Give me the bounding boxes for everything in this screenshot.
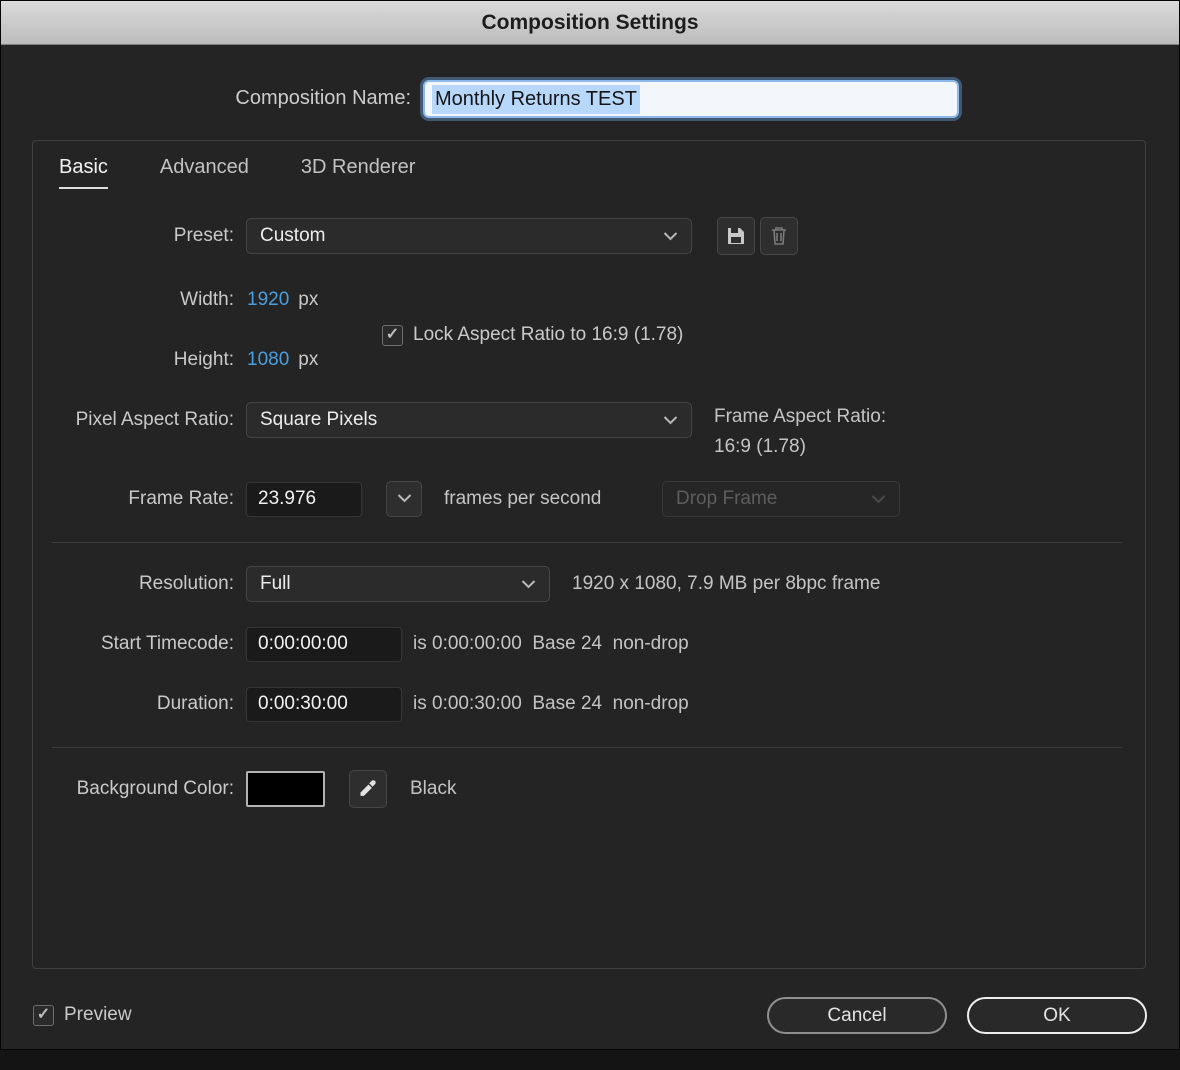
pixel-aspect-row: Pixel Aspect Ratio: Square Pixels	[33, 401, 1145, 439]
background-color-name: Black	[410, 778, 456, 800]
composition-name-input[interactable]: Monthly Returns TEST	[423, 80, 959, 118]
frame-rate-label: Frame Rate:	[33, 488, 234, 510]
resolution-dropdown[interactable]: Full	[246, 566, 550, 602]
cancel-button-label: Cancel	[827, 1005, 886, 1027]
height-label: Height:	[33, 349, 234, 371]
frame-aspect-label: Frame Aspect Ratio:	[714, 402, 886, 432]
pixel-aspect-label: Pixel Aspect Ratio:	[33, 409, 234, 431]
tab-advanced[interactable]: Advanced	[160, 156, 249, 189]
width-value[interactable]: 1920	[247, 289, 289, 311]
start-timecode-input[interactable]: 0:00:00:00	[246, 627, 402, 662]
settings-panel: Basic Advanced 3D Renderer Preset: Custo…	[32, 140, 1146, 969]
preset-value: Custom	[260, 225, 325, 247]
preset-label: Preset:	[33, 225, 234, 247]
ok-button-label: OK	[1043, 1005, 1070, 1027]
ok-button[interactable]: OK	[967, 997, 1147, 1034]
height-row: Height: 1080 px	[33, 341, 1145, 379]
divider	[52, 747, 1122, 748]
duration-label: Duration:	[33, 693, 234, 715]
chevron-down-icon	[871, 495, 886, 504]
delete-preset-button[interactable]	[760, 217, 798, 255]
window-titlebar[interactable]: Composition Settings	[1, 1, 1179, 45]
composition-name-value: Monthly Returns TEST	[432, 85, 640, 114]
window-title: Composition Settings	[482, 11, 699, 35]
trash-icon	[769, 225, 789, 247]
drop-frame-dropdown: Drop Frame	[662, 481, 900, 517]
preset-dropdown[interactable]: Custom	[246, 218, 692, 254]
duration-info: is 0:00:30:00 Base 24 non-drop	[413, 693, 689, 715]
frame-rate-row: Frame Rate: 23.976 frames per second Dro…	[33, 480, 1145, 518]
background-color-row: Background Color: Black	[33, 770, 1145, 808]
pixel-aspect-dropdown[interactable]: Square Pixels	[246, 402, 692, 438]
frame-rate-value: 23.976	[258, 488, 316, 510]
composition-settings-dialog: Composition Settings Composition Name: M…	[0, 0, 1180, 1050]
preview-label: Preview	[64, 1004, 132, 1026]
width-row: Width: 1920 px	[33, 281, 1145, 319]
save-preset-icon	[725, 225, 747, 247]
preview-row: ✓ Preview	[33, 1004, 132, 1026]
tab-bar: Basic Advanced 3D Renderer	[59, 156, 415, 189]
divider	[52, 542, 1122, 543]
start-timecode-label: Start Timecode:	[33, 633, 234, 655]
frame-rate-menu-button[interactable]	[386, 481, 422, 517]
width-label: Width:	[33, 289, 234, 311]
cancel-button[interactable]: Cancel	[767, 997, 947, 1034]
check-icon: ✓	[37, 1007, 50, 1023]
resolution-label: Resolution:	[33, 573, 234, 595]
duration-input[interactable]: 0:00:30:00	[246, 687, 402, 722]
eyedropper-button[interactable]	[349, 770, 387, 808]
eyedropper-icon	[358, 779, 378, 799]
chevron-down-icon	[663, 232, 678, 241]
start-timecode-info: is 0:00:00:00 Base 24 non-drop	[413, 633, 689, 655]
preview-checkbox[interactable]: ✓	[33, 1005, 54, 1026]
start-timecode-value: 0:00:00:00	[258, 633, 348, 655]
frame-rate-input[interactable]: 23.976	[246, 482, 362, 517]
width-unit: px	[298, 289, 318, 311]
background-behind-window	[0, 1050, 1180, 1070]
resolution-value: Full	[260, 573, 291, 595]
pixel-aspect-value: Square Pixels	[260, 409, 377, 431]
height-unit: px	[298, 349, 318, 371]
resolution-info: 1920 x 1080, 7.9 MB per 8bpc frame	[572, 573, 880, 595]
duration-value: 0:00:30:00	[258, 693, 348, 715]
tab-3d-renderer[interactable]: 3D Renderer	[301, 156, 416, 189]
chevron-down-icon	[397, 490, 412, 508]
frame-aspect-value: 16:9 (1.78)	[714, 432, 886, 462]
duration-row: Duration: 0:00:30:00 is 0:00:30:00 Base …	[33, 685, 1145, 723]
drop-frame-value: Drop Frame	[676, 488, 777, 510]
chevron-down-icon	[521, 580, 536, 589]
resolution-row: Resolution: Full 1920 x 1080, 7.9 MB per…	[33, 565, 1145, 603]
composition-name-label: Composition Name:	[1, 87, 411, 110]
frame-aspect-info: Frame Aspect Ratio: 16:9 (1.78)	[714, 402, 886, 462]
start-timecode-row: Start Timecode: 0:00:00:00 is 0:00:00:00…	[33, 625, 1145, 663]
background-color-label: Background Color:	[33, 778, 234, 800]
background-color-swatch[interactable]	[246, 771, 325, 807]
frame-rate-suffix: frames per second	[444, 488, 601, 510]
save-preset-button[interactable]	[717, 217, 755, 255]
height-value[interactable]: 1080	[247, 349, 289, 371]
tab-basic[interactable]: Basic	[59, 156, 108, 189]
preset-row: Preset: Custom	[33, 217, 1145, 255]
chevron-down-icon	[663, 416, 678, 425]
